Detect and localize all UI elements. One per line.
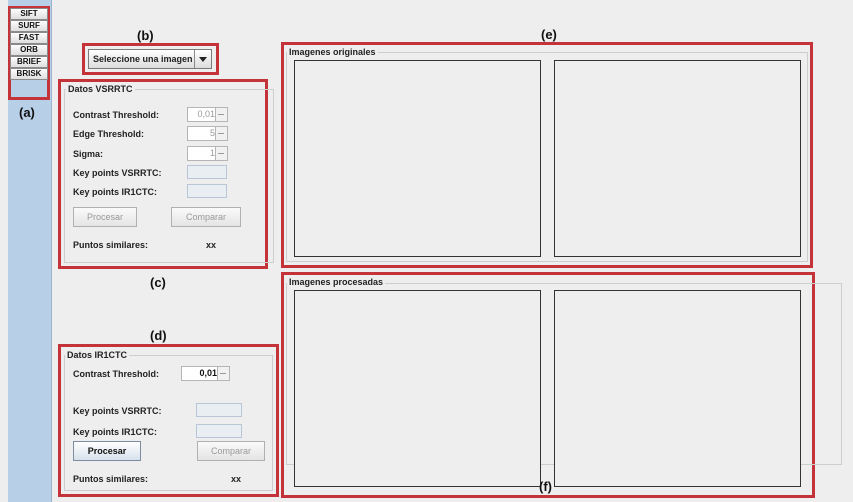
original-image-left xyxy=(294,60,541,257)
vsrrtc-edge-spinner[interactable]: 5 xyxy=(187,126,228,141)
vsrrtc-similar-value: xx xyxy=(206,240,217,250)
algorithm-button-fast[interactable]: FAST xyxy=(10,32,48,44)
vsrrtc-kp-ir1ctc-label: Key points IR1CTC: xyxy=(73,187,158,197)
vsrrtc-kp-vsrrtc-label: Key points VSRRTC: xyxy=(73,168,162,178)
spinner-arrows-icon[interactable] xyxy=(215,108,227,121)
ir1ctc-kp-vsrrtc-field xyxy=(196,403,242,417)
marker-f: (f) xyxy=(539,479,552,494)
vsrrtc-kp-vsrrtc-field xyxy=(187,165,227,179)
ir1ctc-contrast-spinner[interactable]: 0,01 xyxy=(181,366,230,381)
ir1ctc-kp-ir1ctc-field xyxy=(196,424,242,438)
vsrrtc-contrast-spinner[interactable]: 0,01 xyxy=(187,107,228,122)
algorithm-button-surf[interactable]: SURF xyxy=(10,20,48,32)
vsrrtc-sigma-label: Sigma: xyxy=(73,149,104,159)
vsrrtc-kp-ir1ctc-field xyxy=(187,184,227,198)
algorithm-button-brief[interactable]: BRIEF xyxy=(10,56,48,68)
vsrrtc-contrast-label: Contrast Threshold: xyxy=(73,110,160,120)
processed-image-left xyxy=(294,290,541,487)
ir1ctc-process-button[interactable]: Procesar xyxy=(73,441,141,461)
spinner-arrows-icon[interactable] xyxy=(215,147,227,160)
ir1ctc-contrast-label: Contrast Threshold: xyxy=(73,369,160,379)
ir1ctc-kp-vsrrtc-label: Key points VSRRTC: xyxy=(73,406,162,416)
vsrrtc-contrast-value: 0,01 xyxy=(197,109,215,119)
algorithm-button-orb[interactable]: ORB xyxy=(10,44,48,56)
image-select-dropdown[interactable]: Seleccione una imagen xyxy=(88,49,212,69)
vsrrtc-compare-button[interactable]: Comparar xyxy=(171,207,241,227)
vsrrtc-edge-label: Edge Threshold: xyxy=(73,129,145,139)
algorithm-button-sift[interactable]: SIFT xyxy=(10,8,48,20)
ir1ctc-similar-value: xx xyxy=(231,474,242,484)
processed-panel-title: Imagenes procesadas xyxy=(287,277,386,287)
ir1ctc-similar-label: Puntos similares: xyxy=(73,474,149,484)
marker-b: (b) xyxy=(137,28,154,43)
ir1ctc-kp-ir1ctc-label: Key points IR1CTC: xyxy=(73,427,158,437)
spinner-arrows-icon[interactable] xyxy=(217,367,229,380)
vsrrtc-similar-label: Puntos similares: xyxy=(73,240,149,250)
processed-image-right xyxy=(554,290,801,487)
image-select-value: Seleccione una imagen xyxy=(93,54,193,64)
spinner-arrows-icon[interactable] xyxy=(215,127,227,140)
marker-c: (c) xyxy=(150,275,166,290)
originals-panel-title: Imagenes originales xyxy=(287,47,378,57)
marker-e: (e) xyxy=(541,27,557,42)
vsrrtc-sigma-spinner[interactable]: 1 xyxy=(187,146,228,161)
ir1ctc-compare-button[interactable]: Comparar xyxy=(197,441,265,461)
marker-d: (d) xyxy=(150,328,167,343)
algorithm-button-brisk[interactable]: BRISK xyxy=(10,68,48,80)
original-image-right xyxy=(554,60,801,257)
vsrrtc-panel-title: Datos VSRRTC xyxy=(66,84,135,94)
marker-a: (a) xyxy=(19,105,35,120)
vsrrtc-process-button[interactable]: Procesar xyxy=(73,207,137,227)
ir1ctc-contrast-value: 0,01 xyxy=(199,368,217,378)
chevron-down-icon[interactable] xyxy=(194,50,211,68)
ir1ctc-panel-title: Datos IR1CTC xyxy=(65,350,130,360)
algorithm-menu: SIFT SURF FAST ORB BRIEF BRISK xyxy=(10,8,48,80)
